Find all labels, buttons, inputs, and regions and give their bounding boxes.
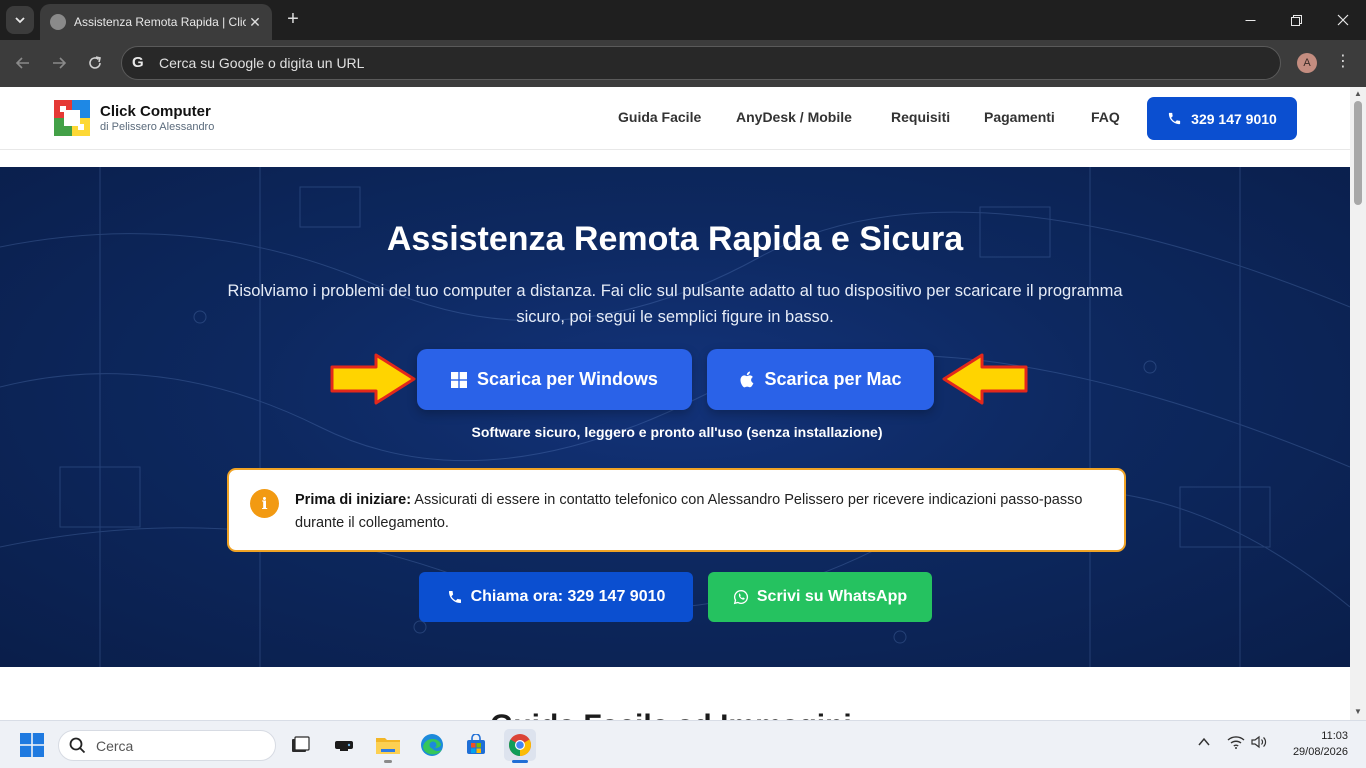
more-menu-icon[interactable]: ⋮ xyxy=(1334,51,1352,75)
header-phone-label: 329 147 9010 xyxy=(1191,110,1277,127)
whatsapp-button[interactable]: Scrivi su WhatsApp xyxy=(708,572,932,622)
google-icon: G xyxy=(132,54,144,71)
apple-icon xyxy=(740,371,754,388)
restore-icon[interactable] xyxy=(1273,0,1319,40)
chevron-down-icon xyxy=(15,17,25,24)
browser-tab-bar: Assistenza Remota Rapida | Click ✕ + xyxy=(0,0,1366,40)
nav-link-requisiti[interactable]: Requisiti xyxy=(891,109,950,125)
hero-section: Assistenza Remota Rapida e Sicura Risolv… xyxy=(0,167,1350,667)
file-explorer-icon[interactable] xyxy=(372,729,404,763)
scroll-down-icon[interactable]: ▼ xyxy=(1354,708,1362,716)
back-icon[interactable] xyxy=(11,51,35,75)
download-mac-button[interactable]: Scarica per Mac xyxy=(707,349,934,410)
hero-title: Assistenza Remota Rapida e Sicura xyxy=(386,220,964,258)
windows-start-icon[interactable] xyxy=(20,733,44,757)
logo-icon[interactable] xyxy=(54,100,90,136)
arrow-right-icon xyxy=(330,353,416,405)
hero-note: Software sicuro, leggero e pronto all'us… xyxy=(471,424,883,440)
hero-subtitle: Risolviamo i problemi del tuo computer a… xyxy=(227,282,1123,326)
volume-icon[interactable] xyxy=(1251,735,1267,752)
nav-link-guida-facile[interactable]: Guida Facile xyxy=(618,109,701,125)
info-icon: i xyxy=(250,489,279,518)
browser-toolbar: G Cerca su Google o digita un URL A ⋮ xyxy=(0,40,1366,87)
search-icon xyxy=(69,737,86,754)
arrow-left-icon xyxy=(942,353,1028,405)
info-text-body: Assicurati di essere in contatto telefon… xyxy=(295,492,1083,531)
nav-link-faq[interactable]: FAQ xyxy=(1091,109,1120,125)
tab-title: Assistenza Remota Rapida | Click xyxy=(74,15,246,29)
taskbar-search[interactable]: Cerca xyxy=(58,730,276,761)
site-header: Click Computer di Pelissero Alessandro G… xyxy=(0,87,1350,150)
new-tab-button[interactable]: + xyxy=(282,8,304,30)
clock-date: 29/08/2026 xyxy=(1292,746,1348,758)
task-view-icon[interactable] xyxy=(284,729,316,761)
address-bar[interactable]: G Cerca su Google o digita un URL xyxy=(121,46,1281,80)
section-heading-guida: Guida Facile ad Immagini xyxy=(490,709,852,720)
tab-close-icon[interactable]: ✕ xyxy=(246,14,264,31)
running-indicator xyxy=(384,760,392,763)
logo-title[interactable]: Click Computer xyxy=(100,103,211,120)
scroll-up-icon[interactable]: ▲ xyxy=(1354,90,1362,98)
microsoft-store-icon[interactable] xyxy=(460,729,492,761)
phone-icon xyxy=(1169,112,1181,125)
edge-icon[interactable] xyxy=(416,729,448,761)
clock-time: 11:03 xyxy=(1321,730,1348,742)
phone-icon xyxy=(448,591,461,603)
taskbar-search-label: Cerca xyxy=(96,737,134,754)
system-clock[interactable]: 11:03 29/08/2026 xyxy=(1284,728,1348,760)
chrome-icon[interactable] xyxy=(504,729,536,763)
page-scrollbar[interactable]: ▲ ▼ xyxy=(1350,87,1366,720)
show-hidden-icons-icon[interactable] xyxy=(1197,735,1211,752)
call-now-label: Chiama ora: 329 147 9010 xyxy=(470,588,666,605)
download-mac-label: Scarica per Mac xyxy=(764,369,902,389)
whatsapp-icon xyxy=(733,589,748,605)
download-windows-button[interactable]: Scarica per Windows xyxy=(417,349,692,410)
page-viewport: Click Computer di Pelissero Alessandro G… xyxy=(0,87,1350,720)
nav-link-anydesk-mobile[interactable]: AnyDesk / Mobile xyxy=(736,109,852,125)
globe-icon xyxy=(50,14,66,30)
whatsapp-label: Scrivi su WhatsApp xyxy=(756,588,908,605)
active-indicator xyxy=(512,760,528,763)
windows-icon xyxy=(451,371,468,388)
tab-search-button[interactable] xyxy=(6,6,34,34)
active-tab[interactable]: Assistenza Remota Rapida | Click ✕ xyxy=(40,4,272,40)
call-now-button[interactable]: Chiama ora: 329 147 9010 xyxy=(419,572,693,622)
header-phone-button[interactable]: 329 147 9010 xyxy=(1147,97,1297,140)
info-text: Prima di iniziare: Assicurati di essere … xyxy=(295,489,1095,535)
info-text-bold: Prima di iniziare: xyxy=(295,492,412,508)
media-app-icon[interactable] xyxy=(328,729,360,761)
windows-taskbar: Cerca 11:03 29/08/2026 xyxy=(0,720,1366,768)
download-windows-label: Scarica per Windows xyxy=(477,369,658,389)
scrollbar-thumb[interactable] xyxy=(1354,101,1362,205)
profile-avatar[interactable]: A xyxy=(1297,53,1317,73)
minimize-icon[interactable] xyxy=(1227,0,1273,40)
window-close-icon[interactable] xyxy=(1320,0,1366,40)
reload-icon[interactable] xyxy=(83,51,107,75)
address-bar-placeholder: Cerca su Google o digita un URL xyxy=(159,55,365,71)
wifi-icon[interactable] xyxy=(1227,735,1245,752)
forward-icon[interactable] xyxy=(47,51,71,75)
nav-link-pagamenti[interactable]: Pagamenti xyxy=(984,109,1055,125)
info-callout: i Prima di iniziare: Assicurati di esser… xyxy=(227,468,1126,552)
logo-subtitle: di Pelissero Alessandro xyxy=(100,121,215,133)
